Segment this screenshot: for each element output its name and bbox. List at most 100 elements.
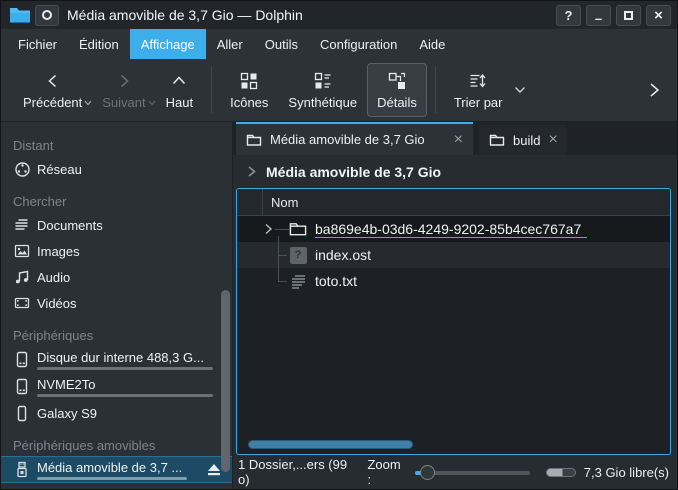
sidebar-item-disque-interne[interactable]: Disque dur interne 488,3 G... <box>1 346 232 373</box>
maximize-button[interactable] <box>616 5 641 26</box>
details-view-icon <box>388 70 406 92</box>
horizontal-scrollbar[interactable] <box>248 440 413 449</box>
zoom-slider[interactable] <box>415 464 530 481</box>
dolphin-window: Média amovible de 3,7 Gio — Dolphin ? – … <box>0 0 678 490</box>
harddisk-icon <box>13 378 31 396</box>
tab-label: Média amovible de 3,7 Gio <box>270 132 425 147</box>
capacity-bar <box>37 394 213 397</box>
sidebar-item-galaxy-s9[interactable]: Galaxy S9 <box>1 400 232 426</box>
sidebar-item-reseau[interactable]: Réseau <box>1 156 232 182</box>
tab-close-icon[interactable]: × <box>548 132 557 148</box>
sidebar-item-label: Réseau <box>37 162 82 177</box>
statusbar: 1 Dossier,...ers (99 o) Zoom : 7,3 Gio l… <box>233 455 677 489</box>
items-summary: 1 Dossier,...ers (99 o) <box>238 457 359 487</box>
unknown-file-icon: ? <box>289 246 307 264</box>
arrow-left-icon <box>45 70 61 92</box>
video-icon <box>13 294 31 312</box>
tab-build[interactable]: build × <box>479 125 567 155</box>
section-distant: Distant Réseau <box>1 134 232 182</box>
zoom-slider-handle[interactable] <box>420 465 435 480</box>
menu-outils[interactable]: Outils <box>254 29 309 59</box>
menu-aide[interactable]: Aide <box>408 29 456 59</box>
sidebar-item-media-amovible[interactable]: Média amovible de 3,7 ... <box>1 456 232 483</box>
forward-label: Suivant <box>102 95 145 110</box>
section-title: Périphériques <box>1 324 232 346</box>
capacity-bar <box>37 477 187 480</box>
text-file-icon <box>289 272 307 290</box>
section-chercher: Chercher Documents Images <box>1 190 232 316</box>
sidebar-item-images[interactable]: Images <box>1 238 232 264</box>
column-header-nom[interactable]: Nom <box>271 195 298 210</box>
sidebar-item-documents[interactable]: Documents <box>1 212 232 238</box>
breadcrumb[interactable]: Média amovible de 3,7 Gio <box>233 155 677 188</box>
sidebar-scrollbar[interactable] <box>221 290 230 472</box>
app-menu-icon <box>42 10 52 20</box>
details-view-button[interactable]: Détails <box>367 63 427 117</box>
arrow-right-icon <box>116 70 132 92</box>
file-row-folder[interactable]: ba869e4b-03d6-4249-9202-85b4cec767a7 <box>237 216 670 242</box>
menu-configuration[interactable]: Configuration <box>309 29 408 59</box>
window-controls: ? – × <box>556 5 671 26</box>
folder-icon <box>246 133 262 147</box>
expand-chevron-icon[interactable] <box>261 222 275 236</box>
sidebar-item-label: Vidéos <box>37 296 77 311</box>
toolbar: Précédent Suivant Haut <box>1 59 677 122</box>
back-label: Précédent <box>23 95 82 110</box>
file-name[interactable]: toto.txt <box>315 273 357 289</box>
harddisk-icon <box>13 351 31 369</box>
free-space-bar <box>546 468 575 477</box>
file-row-index-ost[interactable]: ? index.ost <box>237 242 670 268</box>
eject-button[interactable] <box>206 463 222 477</box>
chevron-down-icon <box>148 100 156 106</box>
sort-chevron-down-icon[interactable] <box>514 86 526 94</box>
section-title: Chercher <box>1 190 232 212</box>
file-view[interactable]: Nom ba869e4b-03d6-4249-9202-85b4cec767a <box>236 188 671 455</box>
main-panel: Média amovible de 3,7 Gio × build × Médi… <box>233 122 677 489</box>
tab-media-amovible[interactable]: Média amovible de 3,7 Gio × <box>236 122 473 155</box>
arrow-up-icon <box>171 70 187 92</box>
network-icon <box>13 160 31 178</box>
sidebar-item-nvme2to[interactable]: NVME2To <box>1 373 232 400</box>
file-name[interactable]: index.ost <box>315 247 371 263</box>
file-row-toto-txt[interactable]: toto.txt <box>237 268 670 294</box>
sidebar-item-label: Documents <box>37 218 103 233</box>
zoom-label: Zoom : <box>367 457 407 487</box>
sidebar-item-label: Images <box>37 244 80 259</box>
help-button[interactable]: ? <box>556 5 581 26</box>
app-menu-button[interactable] <box>35 5 59 26</box>
close-button[interactable]: × <box>646 5 671 26</box>
folder-icon <box>289 220 307 238</box>
fileview-header: Nom <box>237 189 670 216</box>
sort-by-button[interactable]: Trier par <box>444 63 513 117</box>
places-panel: Distant Réseau Chercher <box>1 122 233 489</box>
sidebar-item-label: Disque dur interne 488,3 G... <box>37 350 222 365</box>
file-name[interactable]: ba869e4b-03d6-4249-9202-85b4cec767a7 <box>315 221 587 238</box>
menu-fichier[interactable]: Fichier <box>7 29 68 59</box>
section-peripheriques: Périphériques Disque dur interne 488,3 G… <box>1 324 232 426</box>
header-first-column <box>237 189 263 215</box>
free-space-label: 7,3 Gio libre(s) <box>584 465 669 480</box>
menu-affichage[interactable]: Affichage <box>130 29 206 59</box>
compact-view-button[interactable]: Synthétique <box>278 63 367 117</box>
menu-edition[interactable]: Édition <box>68 29 130 59</box>
up-button[interactable]: Haut <box>156 63 203 117</box>
titlebar: Média amovible de 3,7 Gio — Dolphin ? – … <box>1 1 677 29</box>
fileview-rows: ba869e4b-03d6-4249-9202-85b4cec767a7 ? i… <box>237 216 670 294</box>
tab-close-icon[interactable]: × <box>454 132 463 148</box>
menu-aller[interactable]: Aller <box>206 29 254 59</box>
image-icon <box>13 242 31 260</box>
window-title: Média amovible de 3,7 Gio — Dolphin <box>67 7 303 23</box>
toolbar-overflow-button[interactable] <box>639 81 669 99</box>
breadcrumb-location[interactable]: Média amovible de 3,7 Gio <box>266 164 441 180</box>
sidebar-item-videos[interactable]: Vidéos <box>1 290 232 316</box>
minimize-button[interactable]: – <box>586 5 611 26</box>
dolphin-app-icon <box>9 6 31 24</box>
details-view-label: Détails <box>377 95 417 110</box>
back-button[interactable]: Précédent <box>13 63 92 117</box>
sidebar-item-audio[interactable]: Audio <box>1 264 232 290</box>
compact-view-label: Synthétique <box>288 95 357 110</box>
icons-view-button[interactable]: Icônes <box>220 63 278 117</box>
forward-button[interactable]: Suivant <box>92 63 155 117</box>
tree-line <box>278 236 279 281</box>
maximize-icon <box>624 11 633 20</box>
